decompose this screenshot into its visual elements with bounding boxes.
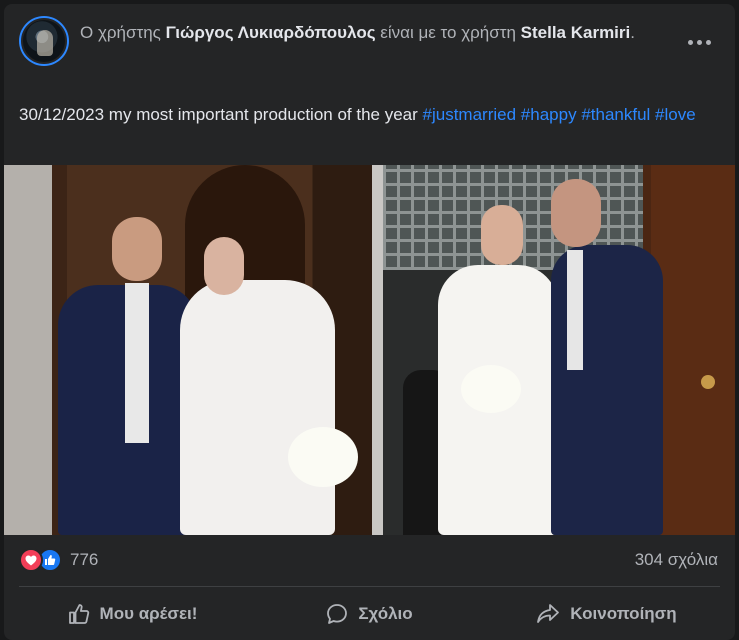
hashtag-link[interactable]: #love	[655, 105, 696, 124]
post-author-line: Ο χρήστης Γιώργος Λυκιαρδόπουλος είναι μ…	[80, 20, 640, 45]
like-button-label: Μου αρέσει!	[99, 604, 198, 623]
hashtag-link[interactable]: #justmarried	[423, 105, 517, 124]
header-prefix: Ο χρήστης	[80, 23, 166, 42]
share-arrow-icon	[537, 604, 560, 623]
author-name-link[interactable]: Γιώργος Λυκιαρδόπουλος	[166, 23, 376, 42]
post-photo-grid	[4, 165, 735, 535]
groom-shirt	[125, 283, 149, 443]
more-options-icon	[696, 39, 702, 45]
door-handle	[701, 375, 715, 389]
reaction-count: 776	[70, 550, 99, 569]
post-actions: Μου αρέσει! Σχόλιο Κοινοποίηση	[14, 592, 725, 636]
bouquet	[288, 427, 358, 487]
reactions-summary[interactable]: 776	[19, 548, 98, 572]
post-caption: 30/12/2023 my most important production …	[19, 102, 709, 128]
header-middle: είναι με το χρήστη	[375, 23, 521, 42]
bride-face	[481, 205, 523, 265]
share-button-label: Κοινοποίηση	[570, 604, 677, 623]
more-options-icon	[705, 39, 711, 45]
author-avatar[interactable]	[19, 16, 69, 66]
wooden-door	[651, 165, 735, 535]
groom-shirt	[567, 250, 583, 370]
love-reaction-icon	[19, 548, 43, 572]
post-header: Ο χρήστης Γιώργος Λυκιαρδόπουλος είναι μ…	[19, 16, 719, 76]
bride-face	[204, 237, 244, 295]
thumbs-up-icon	[68, 604, 89, 624]
footer-divider	[19, 586, 720, 587]
photo-divider	[372, 165, 383, 535]
comments-count-link[interactable]: 304 σχόλια	[635, 550, 718, 570]
groom-face	[112, 217, 162, 281]
share-button[interactable]: Κοινοποίηση	[488, 592, 725, 636]
wedding-photo-right[interactable]	[383, 165, 735, 535]
bouquet	[461, 365, 521, 413]
hashtag-link[interactable]: #thankful	[581, 105, 650, 124]
avatar-photo	[21, 18, 67, 64]
caption-text: 30/12/2023 my most important production …	[19, 105, 423, 124]
comment-button[interactable]: Σχόλιο	[251, 592, 488, 636]
bride-figure	[180, 280, 335, 535]
like-button[interactable]: Μου αρέσει!	[14, 592, 251, 636]
more-options-button[interactable]	[681, 30, 717, 54]
tagged-user-link[interactable]: Stella Karmiri	[521, 23, 631, 42]
comment-bubble-icon	[327, 604, 348, 624]
more-options-icon	[687, 39, 693, 45]
comment-button-label: Σχόλιο	[358, 604, 413, 623]
hashtag-link[interactable]: #happy	[521, 105, 577, 124]
wedding-photo-left[interactable]	[4, 165, 372, 535]
groom-face	[551, 179, 601, 247]
post-card: Ο χρήστης Γιώργος Λυκιαρδόπουλος είναι μ…	[4, 4, 735, 640]
header-suffix: .	[630, 23, 635, 42]
